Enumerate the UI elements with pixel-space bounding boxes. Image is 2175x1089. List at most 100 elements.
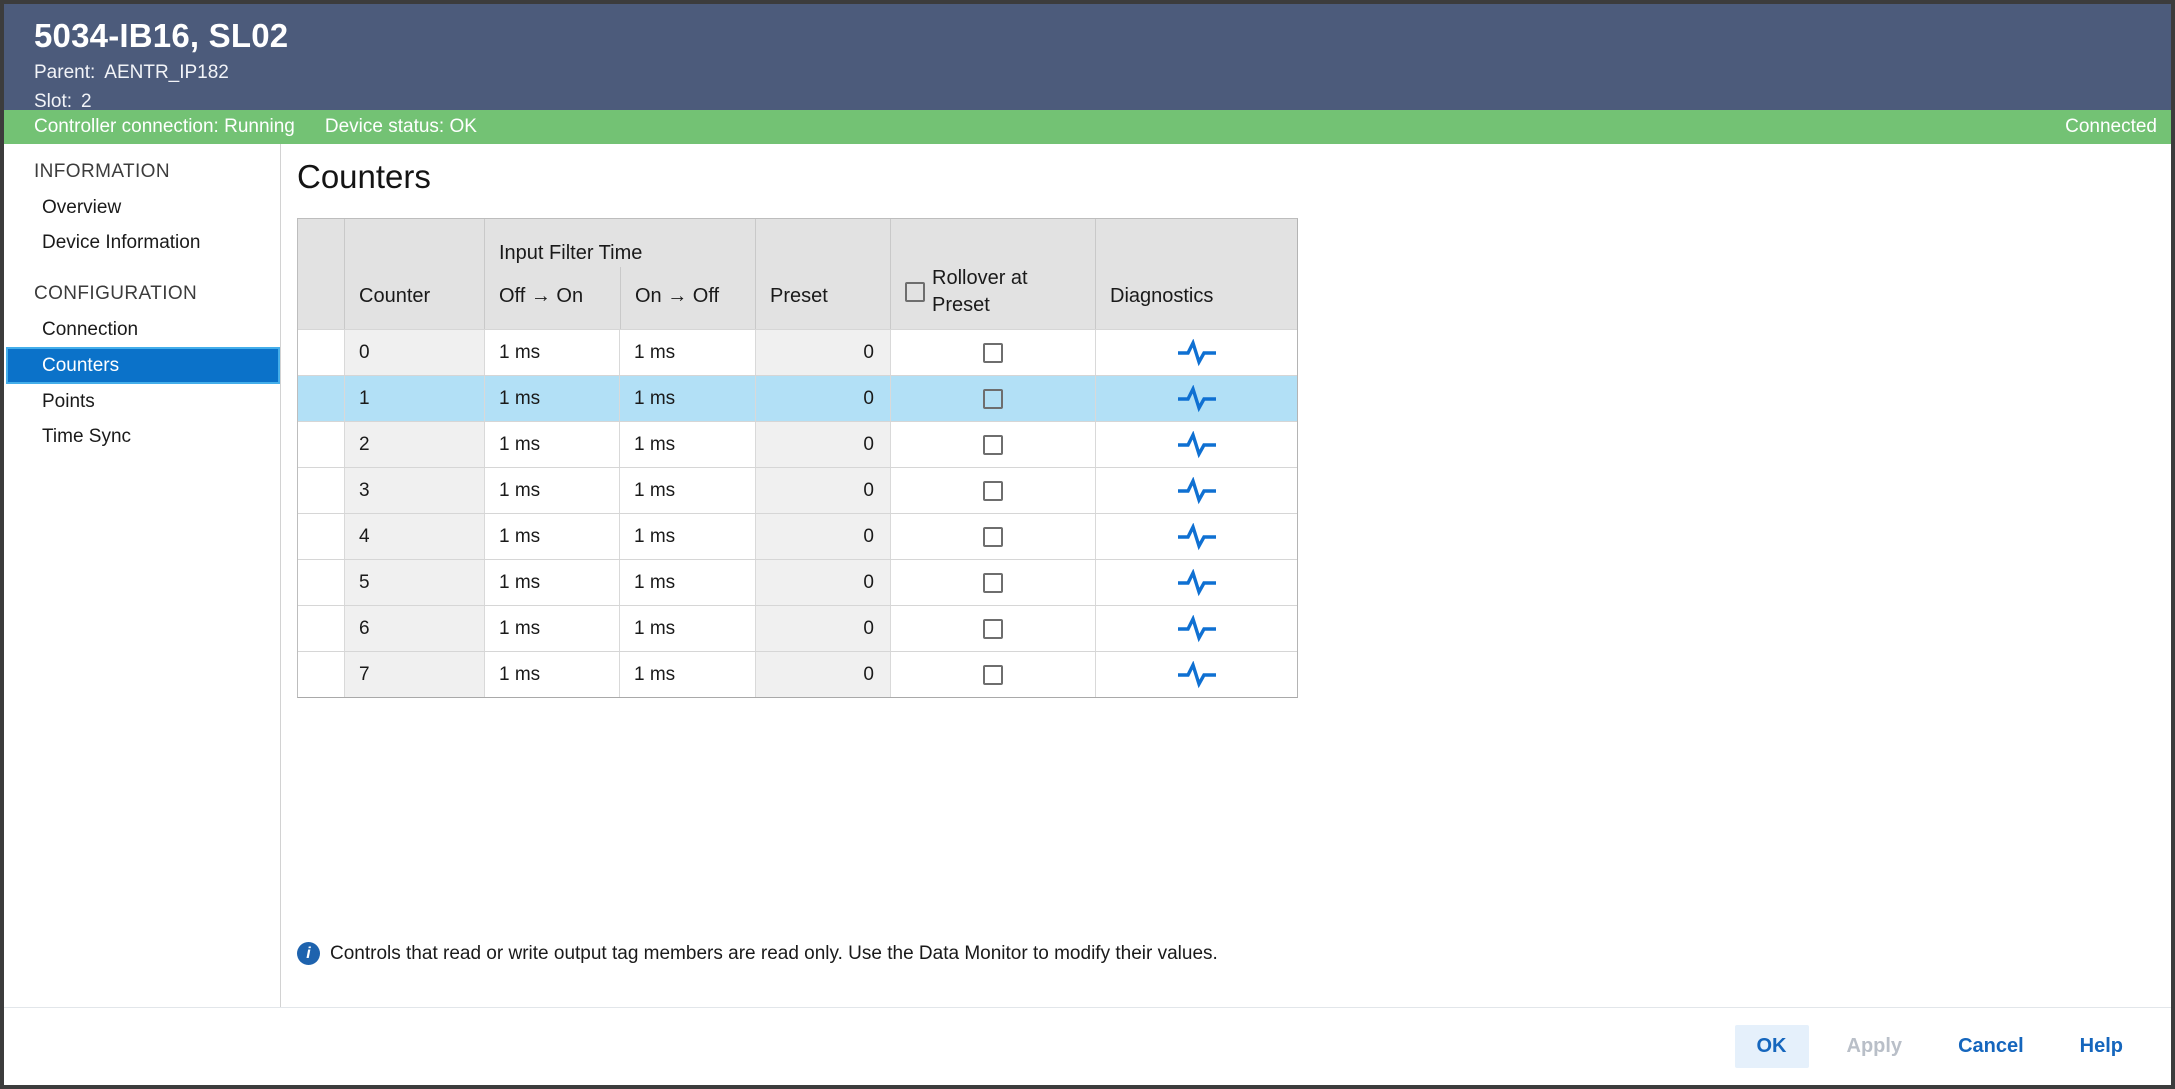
- sidebar-item-counters[interactable]: Counters: [6, 347, 280, 384]
- read-only-note: i Controls that read or write output tag…: [297, 942, 1218, 965]
- rollover-cell: [890, 606, 1095, 651]
- body-area: INFORMATION Overview Device Information …: [4, 144, 2171, 1007]
- filter-on-off-cell[interactable]: 1 ms: [619, 514, 755, 559]
- rollover-column-header: Rollover at Preset: [890, 219, 1095, 329]
- rollover-checkbox[interactable]: [983, 435, 1003, 455]
- diagnostics-pulse-icon[interactable]: [1177, 339, 1217, 367]
- diagnostics-pulse-icon[interactable]: [1177, 661, 1217, 689]
- filter-on-off-cell[interactable]: 1 ms: [619, 652, 755, 697]
- counter-cell: 7: [344, 652, 484, 697]
- rollover-checkbox[interactable]: [983, 619, 1003, 639]
- rollover-checkbox[interactable]: [983, 389, 1003, 409]
- preset-column-header: Preset: [755, 219, 890, 329]
- connected-badge: Connected: [2065, 116, 2157, 138]
- filter-off-on-cell[interactable]: 1 ms: [484, 330, 619, 375]
- filter-on-off-cell[interactable]: 1 ms: [619, 422, 755, 467]
- filter-on-off-cell[interactable]: 1 ms: [619, 330, 755, 375]
- sidebar-section-configuration: CONFIGURATION Connection Counters Points…: [4, 276, 280, 454]
- row-selector-cell[interactable]: [298, 606, 344, 651]
- rollover-select-all-checkbox[interactable]: [905, 282, 925, 302]
- filter-on-off-cell[interactable]: 1 ms: [619, 468, 755, 513]
- rollover-cell: [890, 468, 1095, 513]
- counters-heading: Counters: [297, 158, 2171, 196]
- rollover-checkbox[interactable]: [983, 573, 1003, 593]
- preset-cell: 0: [755, 330, 890, 375]
- row-selector-header-cell: [298, 219, 344, 329]
- rollover-checkbox[interactable]: [983, 481, 1003, 501]
- filter-off-on-cell[interactable]: 1 ms: [484, 560, 619, 605]
- filter-off-on-cell[interactable]: 1 ms: [484, 514, 619, 559]
- row-selector-cell[interactable]: [298, 330, 344, 375]
- preset-cell: 0: [755, 514, 890, 559]
- counter-cell: 5: [344, 560, 484, 605]
- main-content: Counters Counter Input Filter Time Off →…: [281, 144, 2171, 1007]
- counter-row: 5 1 ms 1 ms 0: [298, 559, 1297, 605]
- diagnostics-cell: [1095, 560, 1297, 605]
- counter-row: 3 1 ms 1 ms 0: [298, 467, 1297, 513]
- row-selector-cell[interactable]: [298, 468, 344, 513]
- filter-on-off-cell[interactable]: 1 ms: [619, 606, 755, 651]
- page-title: 5034-IB16, SL02: [34, 17, 2141, 55]
- filter-on-off-cell[interactable]: 1 ms: [619, 376, 755, 421]
- help-button[interactable]: Help: [2062, 1025, 2141, 1068]
- diagnostics-pulse-icon[interactable]: [1177, 385, 1217, 413]
- counter-row: 4 1 ms 1 ms 0: [298, 513, 1297, 559]
- counter-cell: 0: [344, 330, 484, 375]
- parent-value: AENTR_IP182: [104, 62, 229, 84]
- diagnostics-cell: [1095, 330, 1297, 375]
- on-off-column-header: On → Off: [620, 267, 756, 329]
- preset-cell: 0: [755, 652, 890, 697]
- ok-button[interactable]: OK: [1735, 1025, 1809, 1068]
- diagnostics-pulse-icon[interactable]: [1177, 431, 1217, 459]
- diagnostics-pulse-icon[interactable]: [1177, 523, 1217, 551]
- diagnostics-pulse-icon[interactable]: [1177, 477, 1217, 505]
- cancel-button[interactable]: Cancel: [1940, 1025, 2042, 1068]
- row-selector-cell[interactable]: [298, 514, 344, 559]
- rollover-checkbox[interactable]: [983, 343, 1003, 363]
- filter-off-on-cell[interactable]: 1 ms: [484, 606, 619, 651]
- sidebar-item-overview[interactable]: Overview: [4, 190, 280, 225]
- preset-cell: 0: [755, 606, 890, 651]
- counter-row: 0 1 ms 1 ms 0: [298, 329, 1297, 375]
- sidebar-item-connection[interactable]: Connection: [4, 312, 280, 347]
- title-bar: 5034-IB16, SL02 Parent: AENTR_IP182 Slot…: [4, 4, 2171, 110]
- apply-button[interactable]: Apply: [1829, 1025, 1921, 1068]
- sidebar-section-information: INFORMATION Overview Device Information: [4, 154, 280, 260]
- counter-row: 6 1 ms 1 ms 0: [298, 605, 1297, 651]
- row-selector-cell[interactable]: [298, 376, 344, 421]
- module-properties-window: 5034-IB16, SL02 Parent: AENTR_IP182 Slot…: [0, 0, 2175, 1089]
- sidebar-item-time-sync[interactable]: Time Sync: [4, 419, 280, 454]
- diagnostics-cell: [1095, 422, 1297, 467]
- rollover-cell: [890, 652, 1095, 697]
- diagnostics-pulse-icon[interactable]: [1177, 615, 1217, 643]
- filter-off-on-cell[interactable]: 1 ms: [484, 468, 619, 513]
- counter-row: 7 1 ms 1 ms 0: [298, 651, 1297, 697]
- filter-off-on-cell[interactable]: 1 ms: [484, 422, 619, 467]
- counter-cell: 4: [344, 514, 484, 559]
- preset-cell: 0: [755, 422, 890, 467]
- row-selector-cell[interactable]: [298, 560, 344, 605]
- filter-on-off-cell[interactable]: 1 ms: [619, 560, 755, 605]
- sidebar-item-points[interactable]: Points: [4, 384, 280, 419]
- counter-cell: 2: [344, 422, 484, 467]
- counter-row: 2 1 ms 1 ms 0: [298, 421, 1297, 467]
- filter-off-on-cell[interactable]: 1 ms: [484, 376, 619, 421]
- diagnostics-pulse-icon[interactable]: [1177, 569, 1217, 597]
- sidebar-item-device-information[interactable]: Device Information: [4, 225, 280, 260]
- counter-cell: 3: [344, 468, 484, 513]
- counter-cell: 1: [344, 376, 484, 421]
- filter-off-on-cell[interactable]: 1 ms: [484, 652, 619, 697]
- row-selector-cell[interactable]: [298, 422, 344, 467]
- diagnostics-cell: [1095, 376, 1297, 421]
- sidebar-nav: INFORMATION Overview Device Information …: [4, 144, 281, 1007]
- parent-line: Parent: AENTR_IP182: [34, 62, 2141, 84]
- footer-button-bar: OK Apply Cancel Help: [4, 1007, 2171, 1085]
- counters-table-header: Counter Input Filter Time Off → On On → …: [298, 219, 1297, 329]
- rollover-checkbox[interactable]: [983, 665, 1003, 685]
- rollover-checkbox[interactable]: [983, 527, 1003, 547]
- rollover-cell: [890, 422, 1095, 467]
- off-on-column-header: Off → On: [485, 267, 620, 329]
- input-filter-time-label: Input Filter Time: [485, 219, 755, 267]
- row-selector-cell[interactable]: [298, 652, 344, 697]
- diagnostics-cell: [1095, 606, 1297, 651]
